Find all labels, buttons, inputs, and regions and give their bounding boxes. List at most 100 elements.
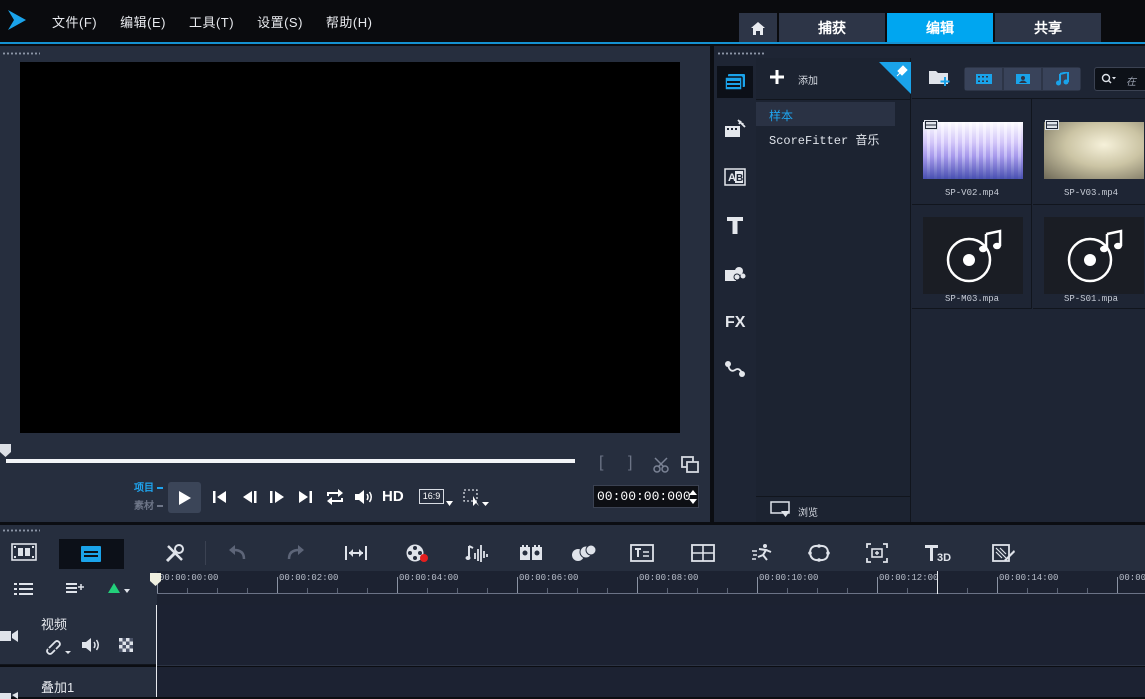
track-lane-overlay[interactable]: [157, 667, 1145, 697]
painting-creator-icon[interactable]: [992, 543, 1016, 563]
mode-project[interactable]: 项目: [134, 483, 154, 494]
ruler-tick-line: [1117, 577, 1118, 594]
cut-clip-icon[interactable]: [653, 457, 671, 473]
mark-out-button[interactable]: ]: [628, 454, 632, 472]
add-chapter-icon[interactable]: [65, 581, 85, 595]
video-thumbnail: [923, 122, 1023, 179]
audio-filter-icon: [1055, 72, 1069, 86]
graphics-button[interactable]: [720, 258, 750, 288]
search-placeholder: 在: [1126, 77, 1136, 88]
scrubber-handle[interactable]: [0, 444, 11, 458]
title-bar: 文件(F) 编辑(E) 工具(T) 设置(S) 帮助(H) 捕获 编辑 共享: [0, 0, 1145, 44]
redo-icon[interactable]: [286, 545, 306, 561]
menu-help[interactable]: 帮助(H): [326, 12, 373, 31]
undo-icon[interactable]: [227, 545, 247, 561]
ruler-tick-line: [397, 577, 398, 594]
next-frame-icon[interactable]: [269, 490, 285, 504]
link-icon[interactable]: [46, 637, 72, 655]
fit-timeline-icon[interactable]: [344, 545, 368, 561]
track-volume-icon[interactable]: [81, 637, 101, 653]
media-category-button[interactable]: [717, 66, 753, 98]
timecode-stepper-icon[interactable]: [688, 489, 698, 505]
motion-tracking-icon[interactable]: [571, 544, 597, 562]
folder-item-sample[interactable]: 样本: [756, 102, 895, 126]
mask-creator-icon[interactable]: [807, 543, 831, 563]
timeline-ruler[interactable]: 00:00:00:00 00:00:02:00 00:00:04:00 00:00:0…: [157, 571, 1145, 605]
track-header-video: 视频: [0, 605, 156, 665]
tools-icon[interactable]: [165, 543, 185, 563]
panel-grip[interactable]: [2, 52, 40, 55]
go-to-end-icon[interactable]: [298, 490, 313, 504]
previous-frame-icon[interactable]: [242, 490, 258, 504]
track-manager-icon[interactable]: [13, 582, 35, 596]
browse-icon[interactable]: [770, 501, 792, 519]
volume-icon[interactable]: [354, 488, 374, 506]
tab-home[interactable]: [739, 13, 777, 43]
transition-button[interactable]: AB: [720, 162, 750, 192]
mode-clip[interactable]: 素材: [134, 501, 154, 512]
show-photo-toggle[interactable]: [1004, 68, 1041, 90]
plus-icon[interactable]: [770, 70, 784, 84]
record-capture-icon[interactable]: [405, 543, 429, 563]
aspect-ratio-button[interactable]: 16:9: [419, 489, 444, 504]
video-filter-icon: [975, 74, 992, 84]
library-item[interactable]: SP-M03.mpa: [912, 205, 1032, 309]
filter-fx-button[interactable]: FX: [720, 306, 750, 336]
library-item[interactable]: SP-V03.mp4: [1033, 99, 1145, 205]
multi-camera-icon[interactable]: [519, 543, 543, 563]
enlarge-preview-icon[interactable]: [681, 456, 699, 473]
auto-music-icon[interactable]: [465, 543, 489, 563]
subtitle-editor-icon[interactable]: [630, 544, 654, 562]
speed-time-icon[interactable]: [751, 543, 775, 563]
timeline-view-button[interactable]: [59, 539, 124, 569]
scrub-bar[interactable]: [6, 459, 575, 463]
pan-zoom-icon[interactable]: [866, 543, 888, 563]
timeline-separator[interactable]: [0, 522, 1145, 524]
show-audio-toggle[interactable]: [1043, 68, 1080, 90]
add-folder-label[interactable]: 添加: [798, 72, 818, 87]
title-button[interactable]: [720, 210, 750, 240]
transparency-icon[interactable]: [119, 638, 133, 652]
app-logo-icon: [8, 10, 26, 30]
tab-edit[interactable]: 编辑: [887, 13, 993, 43]
browse-label[interactable]: 浏览: [798, 504, 818, 519]
storyboard-view-icon[interactable]: [11, 543, 37, 561]
tab-share[interactable]: 共享: [995, 13, 1101, 43]
track-lane-video[interactable]: [157, 605, 1145, 666]
repeat-icon[interactable]: [325, 488, 345, 506]
play-button[interactable]: [168, 482, 201, 513]
panel-grip[interactable]: [2, 529, 40, 532]
3d-title-icon[interactable]: 3D: [924, 543, 954, 563]
path-button[interactable]: [720, 354, 750, 384]
panel-grip[interactable]: [717, 52, 765, 55]
library-item[interactable]: SP-V02.mp4: [912, 99, 1032, 205]
folder-item-label: 样本: [769, 109, 794, 123]
ripple-edit-icon[interactable]: [107, 582, 131, 596]
library-item[interactable]: SP-S01.mpa: [1033, 205, 1145, 309]
video-badge-icon: [924, 120, 938, 130]
ruler-tick-label: 00:00:14:00: [999, 573, 1059, 583]
mark-in-button[interactable]: [: [599, 454, 603, 472]
library-search-box[interactable]: 在: [1094, 67, 1145, 91]
crop-select-icon[interactable]: [463, 489, 489, 507]
tab-capture[interactable]: 捕获: [779, 13, 885, 43]
hd-preview-toggle[interactable]: HD: [382, 488, 404, 505]
show-video-toggle[interactable]: [965, 68, 1002, 90]
library-folder-list: 添加 样本 ScoreFitter 音乐 浏览: [756, 58, 911, 522]
menu-edit[interactable]: 编辑(E): [120, 12, 166, 31]
go-to-start-icon[interactable]: [212, 490, 227, 504]
split-screen-icon[interactable]: [691, 544, 715, 562]
audio-thumbnail: [923, 217, 1023, 294]
menu-settings[interactable]: 设置(S): [257, 12, 303, 31]
add-media-folder-icon[interactable]: [928, 67, 952, 87]
menu-tools[interactable]: 工具(T): [189, 12, 234, 31]
ruler-tick-line: [877, 577, 878, 594]
chevron-down-icon[interactable]: [446, 501, 453, 506]
menu-file[interactable]: 文件(F): [52, 12, 97, 31]
pin-icon[interactable]: [879, 62, 911, 94]
timecode-field[interactable]: 00:00:00:000: [593, 485, 699, 508]
media-filter-group: [964, 67, 1081, 91]
playhead-marker-icon[interactable]: [150, 573, 161, 587]
folder-item-scorefitter[interactable]: ScoreFitter 音乐: [769, 131, 879, 148]
instant-project-button[interactable]: [720, 114, 750, 144]
